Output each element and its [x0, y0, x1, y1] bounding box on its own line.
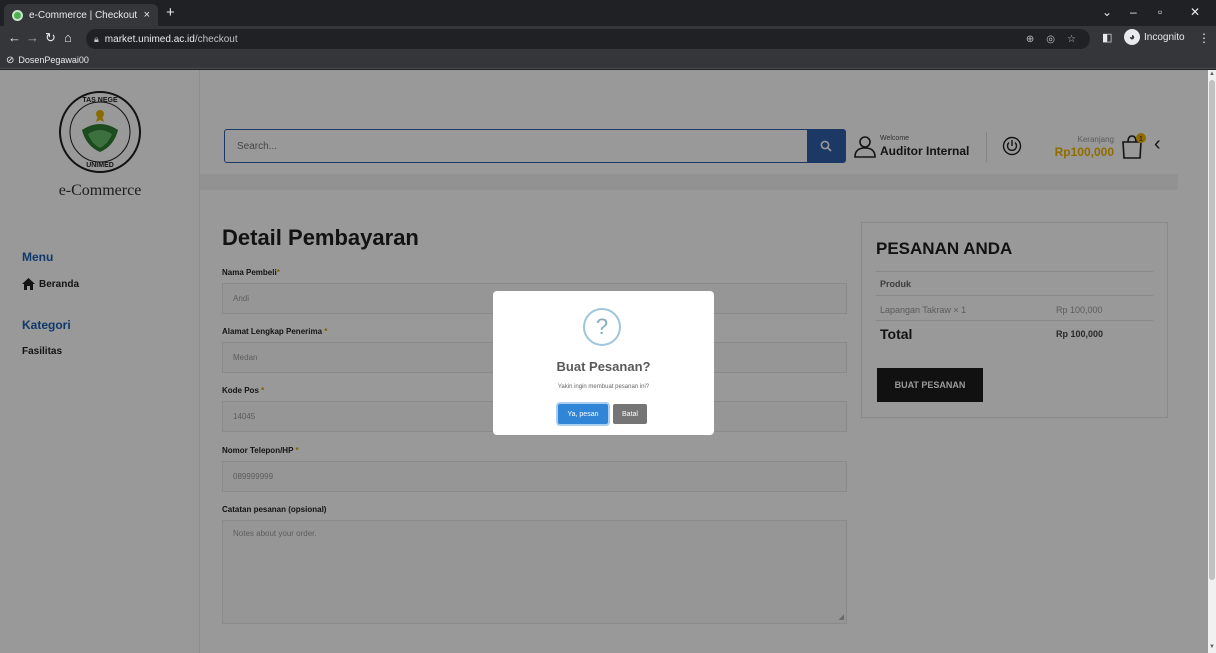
incognito-icon: ◕	[1124, 29, 1140, 45]
browser-tab[interactable]: e-Commerce | Checkout ×	[4, 4, 158, 26]
address-bar-icons: ⊕ ◎ ☆	[1026, 29, 1076, 49]
incognito-badge[interactable]: ◕ Incognito	[1124, 29, 1185, 45]
dialog-text: Yakin ingin membuat pesanan ini?	[557, 384, 650, 390]
url-text: market.unimed.ac.id/checkout	[104, 33, 238, 45]
minimize-icon[interactable]: –	[1130, 5, 1137, 19]
question-icon: ?	[583, 308, 621, 346]
star-icon[interactable]: ☆	[1067, 34, 1076, 45]
new-tab-icon[interactable]: +	[166, 5, 175, 20]
globe-icon: ⊘	[6, 54, 15, 66]
bookmarks-bar: ⊘ DosenPegawai00	[0, 52, 1216, 69]
page-content: TAS NEGE UNIMED e-Commerce Menu Beranda …	[0, 70, 1208, 653]
restore-icon[interactable]: ▫	[1158, 5, 1162, 19]
incognito-label: Incognito	[1144, 31, 1185, 43]
site-favicon-icon	[12, 9, 23, 21]
home-browser-icon[interactable]: ⌂	[64, 30, 72, 46]
confirm-dialog: ? Buat Pesanan? Yakin ingin membuat pesa…	[493, 291, 714, 435]
browser-toolbar: ← → ↻ ⌂ 🔒︎ market.unimed.ac.id/checkout …	[0, 26, 1216, 52]
scroll-down-icon[interactable]: ▼	[1209, 644, 1215, 650]
tab-search-icon[interactable]: ⌄	[1102, 5, 1112, 19]
confirm-button[interactable]: Ya, pesan	[558, 404, 608, 424]
reload-icon[interactable]: ↻	[45, 30, 56, 46]
browser-menu-icon[interactable]: ⋮	[1198, 31, 1210, 45]
side-panel-icon[interactable]: ◧	[1102, 30, 1112, 46]
cancel-button[interactable]: Batal	[613, 404, 647, 424]
close-window-icon[interactable]: ✕	[1190, 5, 1200, 19]
tab-title: e-Commerce | Checkout	[29, 9, 138, 21]
scrollbar-thumb[interactable]	[1209, 80, 1215, 580]
forward-icon[interactable]: →	[26, 30, 39, 46]
lock-icon: 🔒︎	[94, 33, 99, 44]
dialog-title: Buat Pesanan?	[556, 359, 651, 374]
eye-off-icon[interactable]: ◎	[1046, 34, 1055, 45]
scroll-up-icon[interactable]: ▲	[1209, 71, 1215, 77]
browser-tab-bar: e-Commerce | Checkout × + ⌄ – ▫ ✕	[0, 0, 1216, 26]
bookmark-item[interactable]: DosenPegawai00	[18, 55, 89, 65]
page-scrollbar[interactable]: ▲ ▼	[1208, 70, 1216, 653]
tab-close-icon[interactable]: ×	[144, 9, 150, 21]
zoom-icon[interactable]: ⊕	[1026, 34, 1034, 45]
back-icon[interactable]: ←	[8, 30, 21, 46]
address-bar[interactable]: 🔒︎ market.unimed.ac.id/checkout ⊕ ◎ ☆	[86, 29, 1090, 49]
